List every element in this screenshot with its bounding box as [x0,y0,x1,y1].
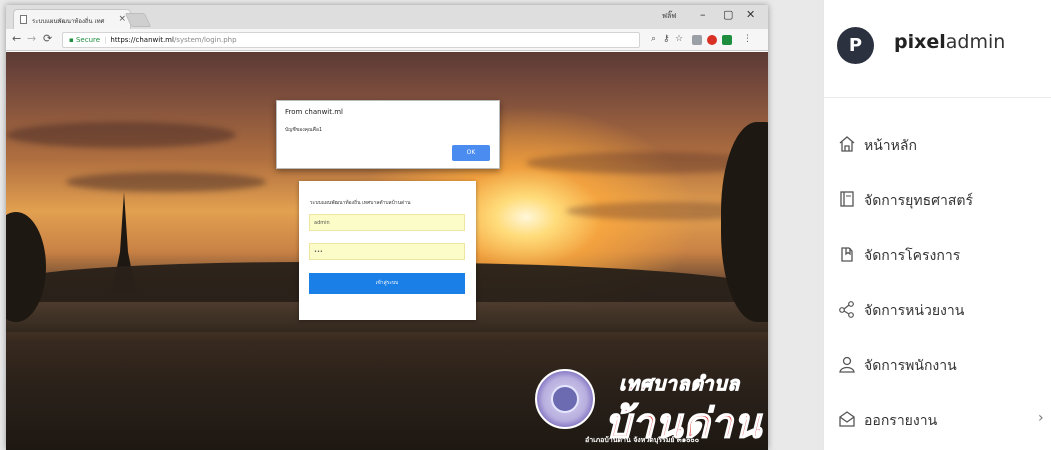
browser-window: ระบบแผนพัฒนาท้องถิ่น เทศ × ฟลิ๊ฟ – ▢ ✕ ←… [6,5,768,450]
tab-bar: ระบบแผนพัฒนาท้องถิ่น เทศ × ฟลิ๊ฟ – ▢ ✕ [6,5,768,29]
tab-title: ระบบแผนพัฒนาท้องถิ่น เทศ [32,18,105,25]
sidebar-item-label: หน้าหลัก [864,138,917,154]
chevron-right-icon: › [1038,410,1044,426]
minimize-button[interactable]: – [700,8,706,21]
home-icon [839,136,855,152]
lock-icon: ▪ [69,36,76,44]
alert-message: บัญชีของคุณคือ1 [285,127,323,133]
cloud [66,172,266,192]
address-bar[interactable]: ▪ Secure | https://chanwit.ml/system/login… [62,32,640,48]
alert-dialog: From chanwit.ml บัญชีของคุณคือ1 OK [276,100,500,169]
username-field[interactable]: admin [309,214,465,231]
adblock-icon[interactable] [707,35,717,45]
extension-green-icon[interactable] [722,35,732,45]
alert-title: From chanwit.ml [285,108,343,116]
key-icon[interactable]: ⚷ [663,34,670,44]
book-icon [840,191,854,207]
login-card: ระบบแผนพัฒนาท้องถิ่น เทศบาลตำบลบ้านด่าน … [299,181,476,320]
forward-icon[interactable]: → [27,32,36,45]
browser-toolbar: ← → ⟳ ▪ Secure | https://chanwit.ml/system… [6,29,768,51]
zoom-icon[interactable]: ⌕ [651,34,656,44]
login-page: From chanwit.ml บัญชีของคุณคือ1 OK ระบบแ… [6,52,768,450]
share-icon [839,301,854,318]
brand-name: pixeladmin [894,31,1006,53]
secure-label: Secure [75,36,101,44]
user-icon [839,356,855,373]
brand-header[interactable]: P pixeladmin [824,0,1051,98]
admin-sidebar: P pixeladmin หน้าหลัก จัดการยุทธศาสตร์ จ… [823,0,1051,450]
municipal-seal-icon [535,369,595,429]
sidebar-item-label: ออกรายงาน [864,413,938,429]
login-button[interactable]: เข้าสู่ระบบ [309,273,465,294]
sidebar-item-strategy[interactable]: จัดการยุทธศาสตร์ [824,180,1051,220]
url-host: https://chanwit.ml [110,36,174,44]
menu-dots-icon[interactable]: ⋮ [743,34,752,44]
municipality-logo: เทศบาลตำบล บ้านด่าน อำเภอบ้านด่าน จังหวั… [527,363,768,450]
reload-icon[interactable]: ⟳ [43,32,52,45]
sidebar-item-home[interactable]: หน้าหลัก [824,125,1051,165]
sidebar-item-employees[interactable]: จัดการพนักงาน [824,345,1051,385]
login-heading: ระบบแผนพัฒนาท้องถิ่น เทศบาลตำบลบ้านด่าน [310,200,411,206]
cloud [6,122,236,148]
window-user-label[interactable]: ฟลิ๊ฟ [662,11,676,22]
close-tab-icon[interactable]: × [118,14,126,24]
sidebar-item-label: จัดการหน่วยงาน [864,303,965,319]
logo-address: อำเภอบ้านด่าน จังหวัดบุรีรัมย์ ๓๑๐๐๐ [585,436,699,444]
brand-logo-icon: P [837,27,874,64]
sidebar-item-reports[interactable]: ออกรายงาน › [824,400,1051,440]
report-icon [839,411,855,427]
url-path: /system/login.php [173,36,237,44]
sidebar-item-departments[interactable]: จัดการหน่วยงาน [824,290,1051,330]
extension-icon[interactable] [692,35,702,45]
bookmark-star-icon[interactable]: ☆ [675,34,683,44]
sidebar-item-label: จัดการโครงการ [864,248,961,264]
folder-icon [841,247,853,262]
sidebar-item-projects[interactable]: จัดการโครงการ [824,235,1051,275]
back-icon[interactable]: ← [12,32,21,45]
browser-tab[interactable]: ระบบแผนพัฒนาท้องถิ่น เทศ × [13,9,131,29]
close-window-button[interactable]: ✕ [746,8,755,21]
password-field[interactable]: ••• [309,243,465,260]
alert-ok-button[interactable]: OK [452,145,490,161]
sidebar-item-label: จัดการยุทธศาสตร์ [864,193,974,209]
maximize-button[interactable]: ▢ [723,8,733,21]
screenshot-stage: ระบบแผนพัฒนาท้องถิ่น เทศ × ฟลิ๊ฟ – ▢ ✕ ←… [0,0,1051,450]
document-icon [20,15,27,24]
sidebar-item-label: จัดการพนักงาน [864,358,957,374]
